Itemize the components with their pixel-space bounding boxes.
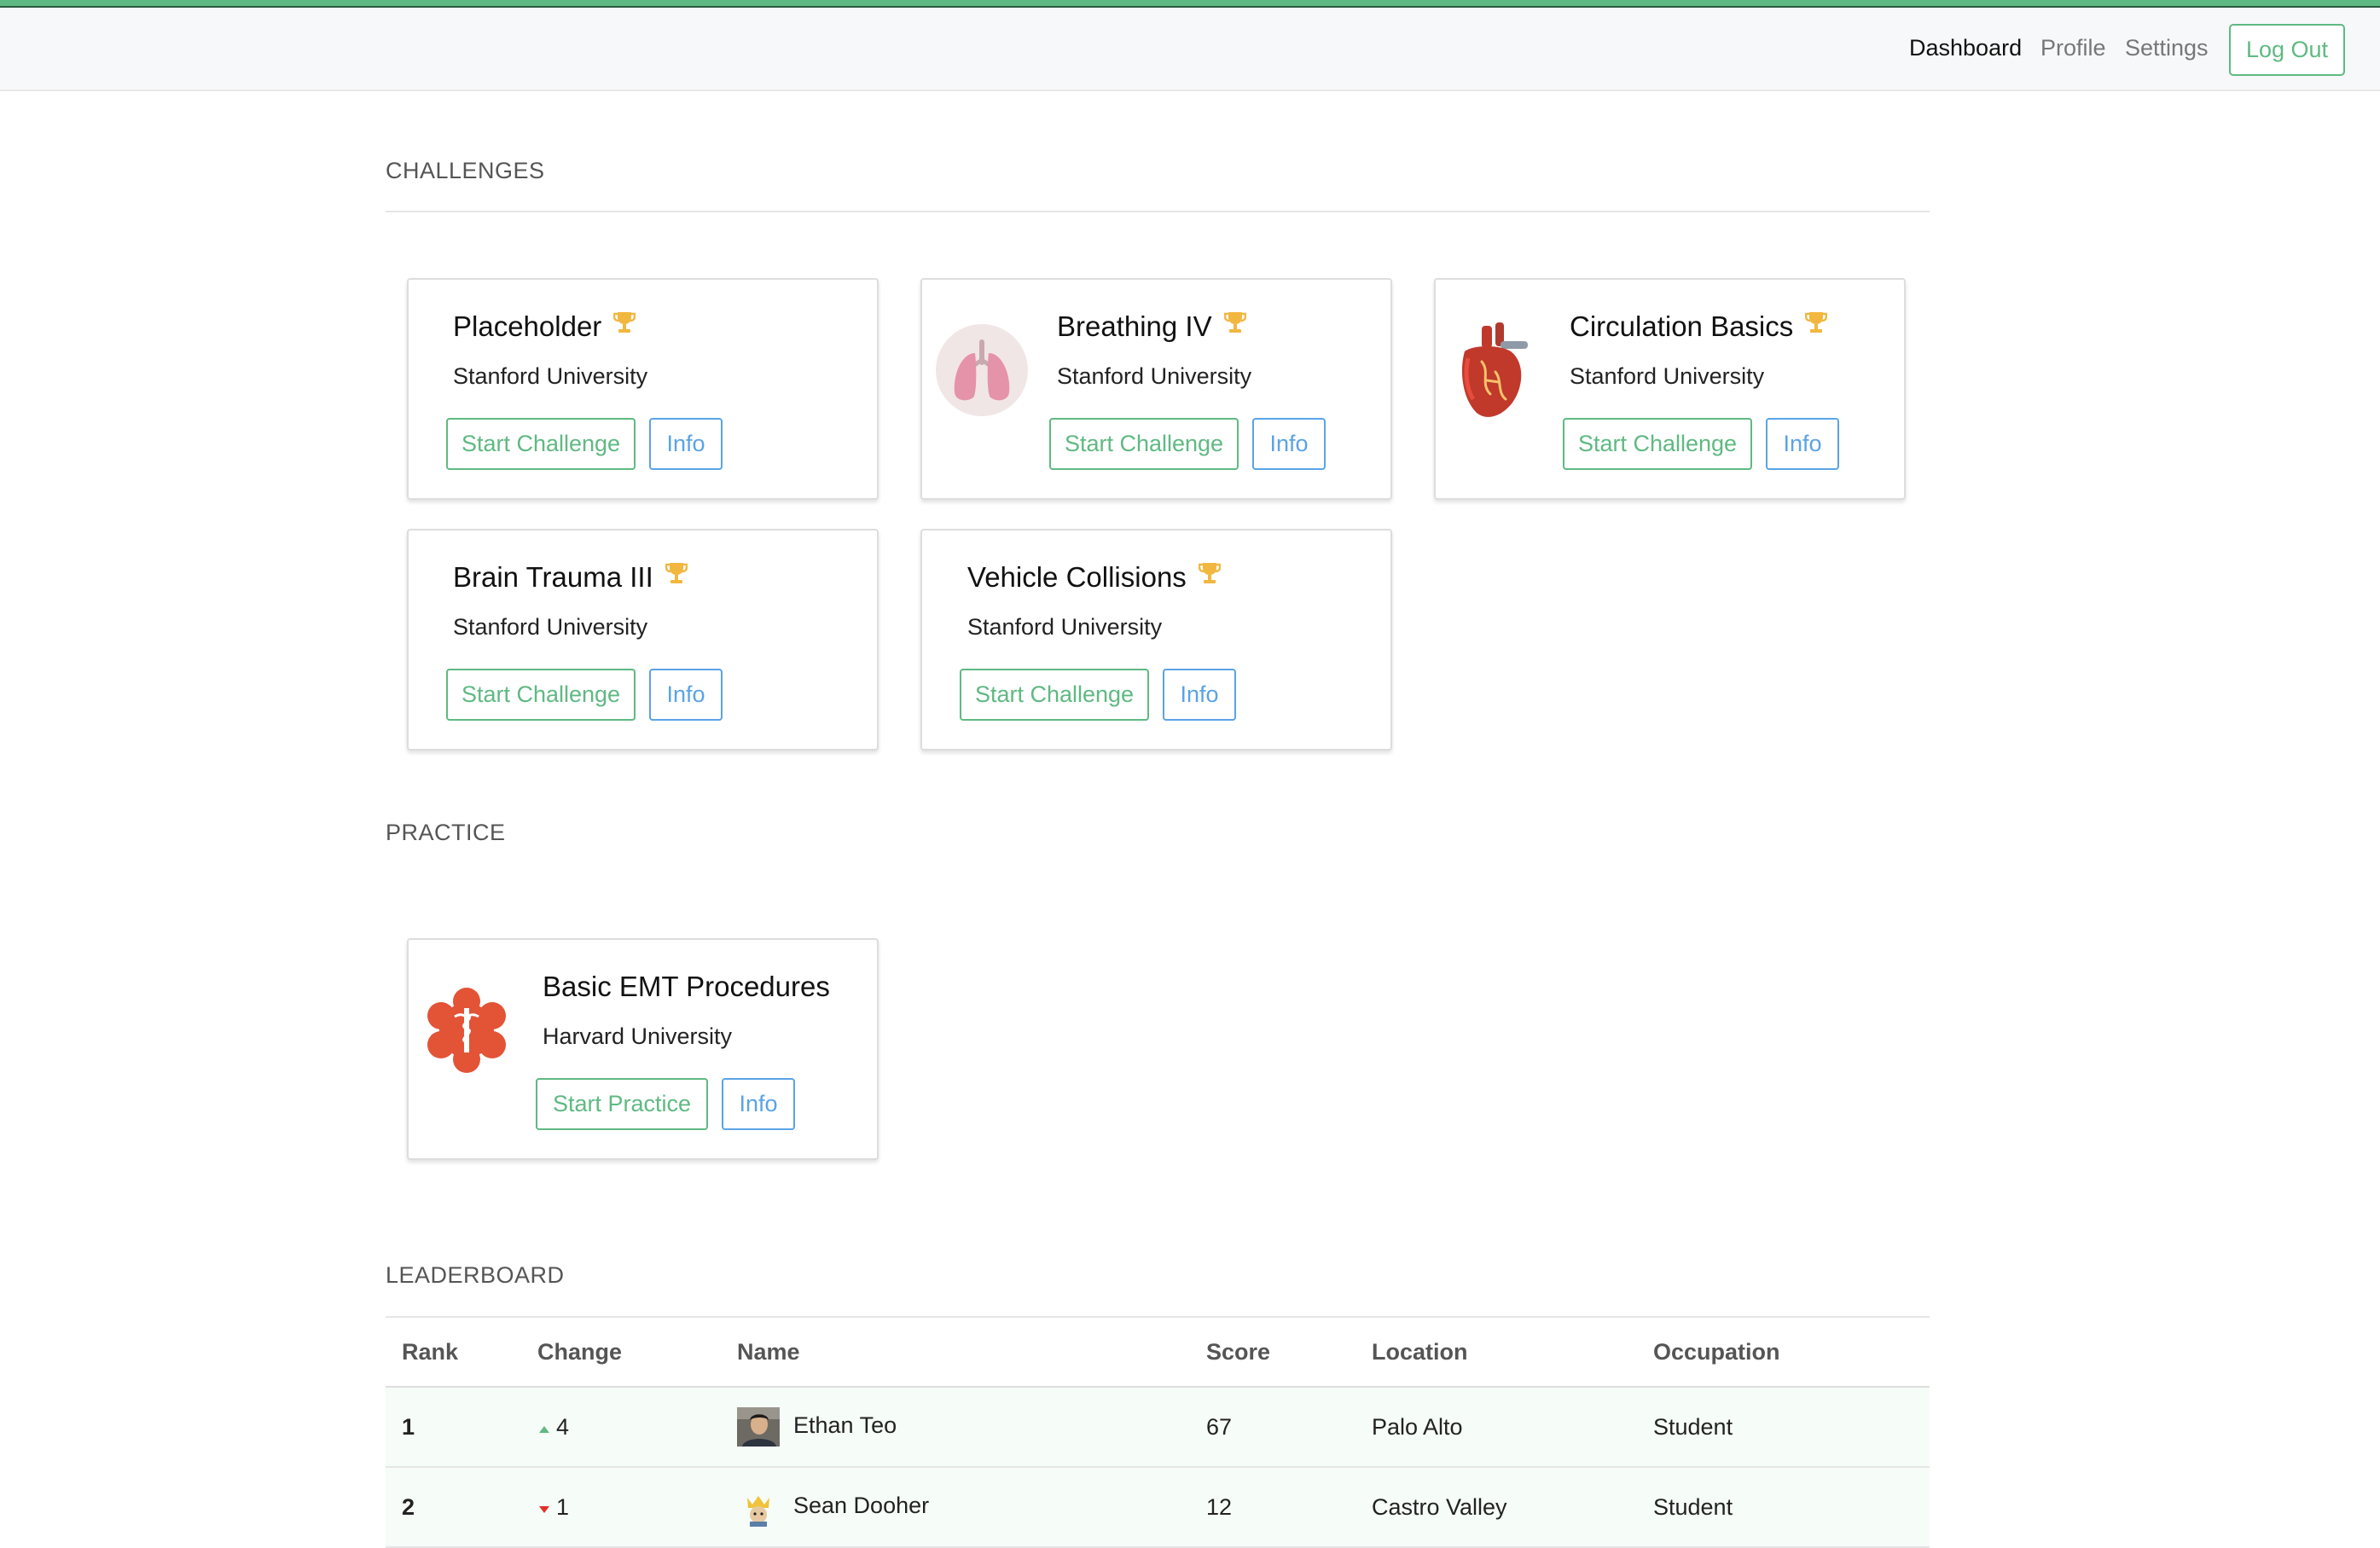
info-button[interactable]: Info [1766, 418, 1839, 470]
col-header-change[interactable]: Change [537, 1318, 737, 1388]
navbar: Dashboard Profile Settings Log Out [0, 8, 2380, 91]
col-header-score[interactable]: Score [1206, 1318, 1372, 1388]
challenge-card-vehicle-collisions: Vehicle Collisions Stanford University S… [920, 529, 1392, 751]
name-cell: Ethan Teo [737, 1387, 1206, 1468]
avatar [737, 1407, 780, 1447]
card-title: Breathing IV [1057, 310, 1212, 342]
col-header-occupation[interactable]: Occupation [1653, 1318, 1930, 1388]
practice-heading: PRACTICE [386, 820, 506, 845]
info-button[interactable]: Info [722, 1078, 795, 1130]
card-organization: Stanford University [967, 614, 1163, 640]
start-challenge-button[interactable]: Start Challenge [446, 418, 636, 470]
card-title: Circulation Basics [1570, 310, 1794, 342]
card-title-wrap: Brain Trauma III [453, 561, 688, 595]
table-row[interactable]: 1 4 Ethan Teo 67 Palo Alto Student [386, 1387, 1930, 1468]
info-button[interactable]: Info [649, 418, 723, 470]
location-cell: Palo Alto [1372, 1387, 1653, 1468]
top-accent-bar [0, 0, 2380, 8]
trophy-icon [665, 559, 688, 592]
table-row[interactable]: 2 1 Sean Dooher 12 Castro Valley Student [386, 1467, 1930, 1548]
occupation-cell: Student [1653, 1387, 1930, 1468]
practice-card-basic-emt: Basic EMT Procedures Harvard University … [407, 938, 879, 1160]
leaderboard-table: Rank Change Name Score Location Occupati… [386, 1318, 1930, 1548]
trophy-icon [1223, 309, 1246, 341]
score-cell: 12 [1206, 1467, 1372, 1548]
change-cell: 4 [537, 1387, 737, 1468]
score-cell: 67 [1206, 1387, 1372, 1468]
leaderboard-heading: LEADERBOARD [386, 1262, 565, 1288]
nav-settings-link[interactable]: Settings [2125, 35, 2209, 61]
nav-dashboard-link[interactable]: Dashboard [1909, 35, 2022, 61]
info-button[interactable]: Info [649, 669, 723, 721]
change-cell: 1 [537, 1467, 737, 1548]
start-challenge-button[interactable]: Start Challenge [960, 669, 1149, 721]
card-organization: Harvard University [543, 1023, 733, 1049]
avatar [737, 1487, 780, 1527]
player-name: Ethan Teo [793, 1412, 897, 1439]
challenge-card-circulation-basics: Circulation Basics Stanford University S… [1434, 278, 1906, 500]
challenges-divider [386, 211, 1930, 212]
start-challenge-button[interactable]: Start Challenge [1049, 418, 1239, 470]
col-header-location[interactable]: Location [1372, 1318, 1653, 1388]
trophy-icon [613, 309, 636, 341]
arrow-up-icon [539, 1425, 549, 1433]
lungs-icon [936, 324, 1028, 420]
start-challenge-button[interactable]: Start Challenge [1563, 418, 1752, 470]
change-value: 4 [556, 1413, 570, 1440]
card-title-wrap: Vehicle Collisions [967, 559, 1222, 595]
arrow-down-icon [539, 1505, 549, 1513]
card-title: Basic EMT Procedures [543, 971, 830, 1002]
trophy-icon [1805, 309, 1828, 341]
card-title-wrap: Circulation Basics [1570, 309, 1828, 345]
card-title: Brain Trauma III [453, 561, 653, 593]
occupation-cell: Student [1653, 1467, 1930, 1548]
card-title-wrap: Placeholder [453, 310, 636, 345]
heart-icon [1456, 321, 1533, 426]
start-challenge-button[interactable]: Start Challenge [446, 669, 636, 721]
challenge-card-brain-trauma-iii: Brain Trauma III Stanford University Sta… [407, 529, 879, 751]
card-title: Placeholder [453, 310, 602, 342]
rank-cell: 1 [386, 1387, 537, 1468]
card-title-wrap: Breathing IV [1057, 310, 1246, 345]
info-button[interactable]: Info [1252, 418, 1326, 470]
start-practice-button[interactable]: Start Practice [536, 1078, 708, 1130]
card-organization: Stanford University [1570, 363, 1765, 389]
card-organization: Stanford University [453, 363, 648, 389]
player-name: Sean Dooher [793, 1493, 930, 1519]
nav-profile-link[interactable]: Profile [2040, 35, 2106, 61]
name-cell: Sean Dooher [737, 1467, 1206, 1548]
trophy-icon [1198, 559, 1222, 592]
card-title: Vehicle Collisions [967, 561, 1187, 593]
rank-cell: 2 [386, 1467, 537, 1548]
info-button[interactable]: Info [1163, 669, 1236, 721]
challenge-card-breathing-iv: Breathing IV Stanford University Start C… [920, 278, 1392, 500]
col-header-name[interactable]: Name [737, 1318, 1206, 1388]
location-cell: Castro Valley [1372, 1467, 1653, 1548]
card-organization: Stanford University [1057, 363, 1252, 389]
logout-button[interactable]: Log Out [2229, 24, 2345, 76]
challenges-heading: CHALLENGES [386, 158, 545, 183]
medical-star-icon [421, 983, 513, 1082]
card-organization: Stanford University [453, 614, 648, 640]
challenge-card-placeholder: Placeholder Stanford University Start Ch… [407, 278, 879, 500]
col-header-rank[interactable]: Rank [386, 1318, 537, 1388]
change-value: 1 [556, 1493, 570, 1520]
table-header-row: Rank Change Name Score Location Occupati… [386, 1318, 1930, 1388]
